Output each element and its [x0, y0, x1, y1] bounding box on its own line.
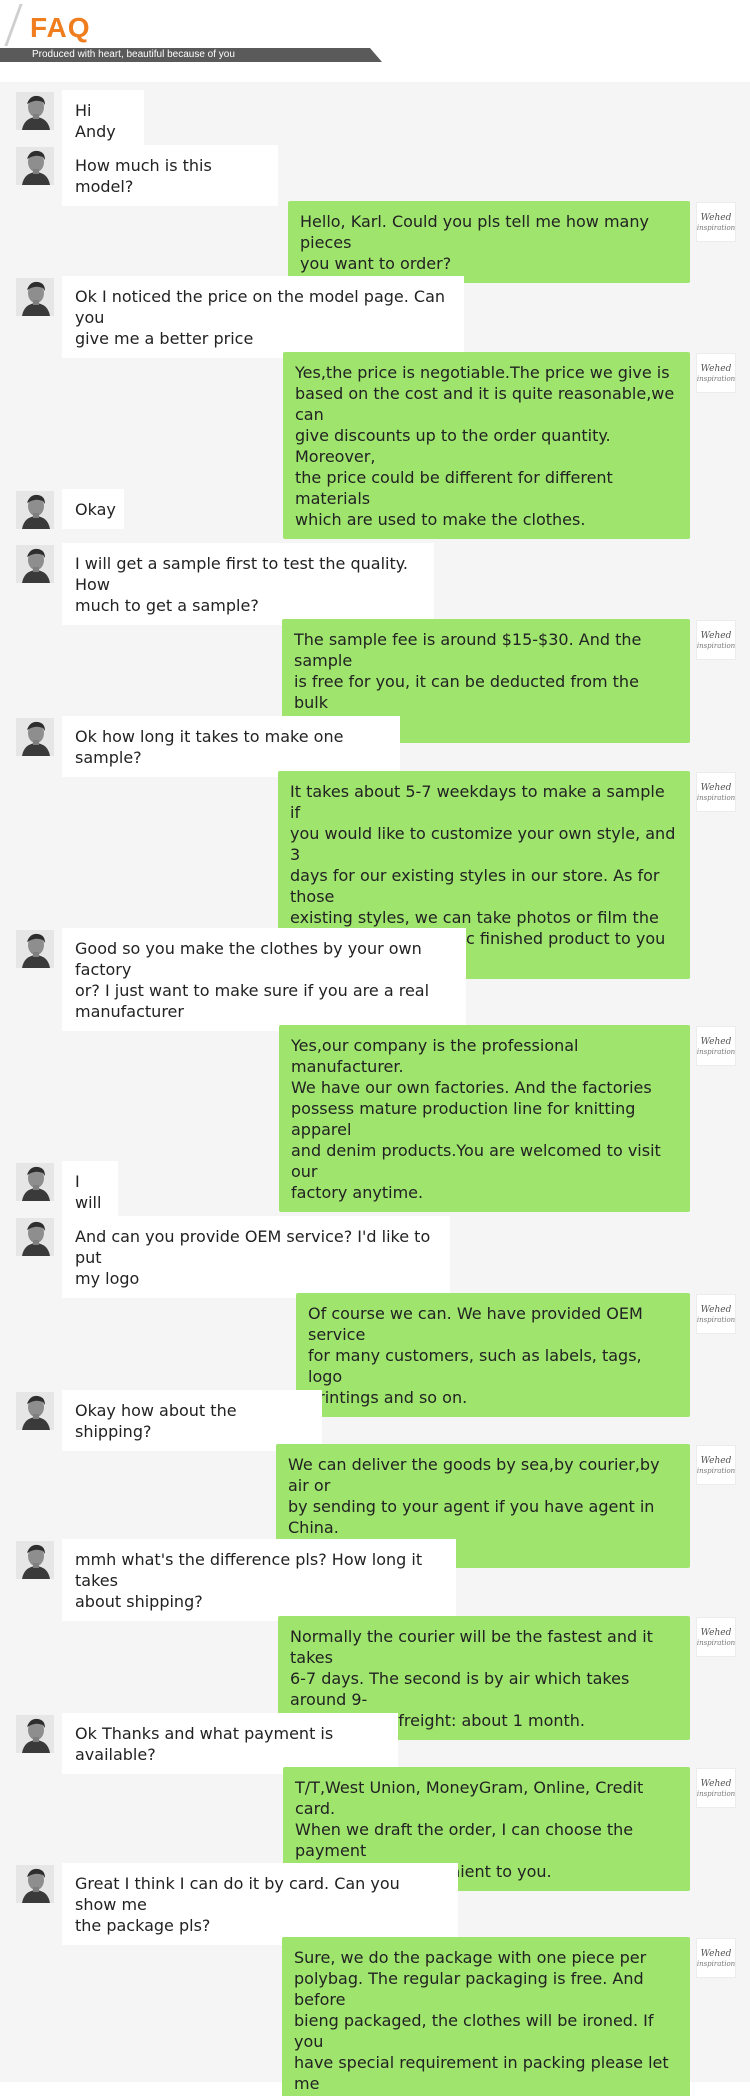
seller-logo-icon: Wehed inspiration	[696, 1294, 736, 1334]
customer-avatar-icon	[16, 1541, 54, 1579]
customer-message-bubble: Good so you make the clothes by your own…	[62, 928, 466, 1031]
customer-avatar-icon	[16, 930, 54, 968]
seller-logo-icon: Wehed inspiration	[696, 620, 736, 660]
svg-text:inspiration: inspiration	[697, 794, 735, 802]
customer-avatar-icon	[16, 491, 54, 529]
svg-text:inspiration: inspiration	[697, 1048, 735, 1056]
svg-text:Wehed: Wehed	[701, 1628, 732, 1638]
customer-avatar-icon	[16, 545, 54, 583]
customer-avatar-icon	[16, 147, 54, 185]
svg-text:inspiration: inspiration	[697, 1467, 735, 1475]
seller-logo-icon: Wehed inspiration	[696, 1026, 736, 1066]
customer-message-bubble: Great I think I can do it by card. Can y…	[62, 1863, 458, 1945]
customer-message-bubble: Okay	[62, 489, 124, 529]
svg-text:Wehed: Wehed	[701, 1037, 732, 1047]
svg-text:inspiration: inspiration	[697, 1316, 735, 1324]
seller-message-bubble: Yes,our company is the professional manu…	[279, 1025, 690, 1212]
seller-message-bubble: Of course we can. We have provided OEM s…	[296, 1293, 690, 1417]
seller-logo-icon: Wehed inspiration	[696, 1938, 736, 1978]
header-slash-decoration	[4, 4, 23, 46]
svg-text:Wehed: Wehed	[701, 783, 732, 793]
customer-message-bubble: Ok how long it takes to make one sample?	[62, 716, 400, 777]
customer-avatar-icon	[16, 1392, 54, 1430]
seller-logo-icon: Wehed inspiration	[696, 772, 736, 812]
customer-message-bubble: Ok I noticed the price on the model page…	[62, 276, 464, 358]
svg-text:Wehed: Wehed	[701, 1456, 732, 1466]
seller-message-bubble: Hello, Karl. Could you pls tell me how m…	[288, 201, 690, 283]
page-title: FAQ	[30, 12, 91, 43]
customer-message-bubble: Ok Thanks and what payment is available?	[62, 1713, 398, 1774]
customer-avatar-icon	[16, 1163, 54, 1201]
svg-text:inspiration: inspiration	[697, 1790, 735, 1798]
svg-text:inspiration: inspiration	[697, 1639, 735, 1647]
customer-avatar-icon	[16, 1715, 54, 1753]
svg-text:inspiration: inspiration	[697, 642, 735, 650]
page-tagline: Produced with heart, beautiful because o…	[32, 49, 235, 60]
svg-text:inspiration: inspiration	[697, 375, 735, 383]
seller-logo-icon: Wehed inspiration	[696, 353, 736, 393]
seller-message-bubble: Yes,the price is negotiable.The price we…	[283, 352, 690, 539]
svg-text:Wehed: Wehed	[701, 213, 732, 223]
seller-logo-icon: Wehed inspiration	[696, 202, 736, 242]
customer-avatar-icon	[16, 1218, 54, 1256]
seller-message-bubble: Sure, we do the package with one piece p…	[282, 1937, 690, 2096]
customer-message-bubble: mmh what's the difference pls? How long …	[62, 1539, 456, 1621]
customer-avatar-icon	[16, 718, 54, 756]
svg-text:inspiration: inspiration	[697, 224, 735, 232]
svg-text:Wehed: Wehed	[701, 1779, 732, 1789]
customer-message-bubble: Hi Andy	[62, 90, 144, 151]
customer-message-bubble: Okay how about the shipping?	[62, 1390, 322, 1451]
customer-message-bubble: How much is this model?	[62, 145, 278, 206]
svg-text:Wehed: Wehed	[701, 364, 732, 374]
svg-text:Wehed: Wehed	[701, 1949, 732, 1959]
seller-logo-icon: Wehed inspiration	[696, 1768, 736, 1808]
svg-text:Wehed: Wehed	[701, 1305, 732, 1315]
customer-message-bubble: And can you provide OEM service? I'd lik…	[62, 1216, 450, 1298]
customer-avatar-icon	[16, 92, 54, 130]
customer-avatar-icon	[16, 1865, 54, 1903]
seller-logo-icon: Wehed inspiration	[696, 1617, 736, 1657]
page-header: FAQ Produced with heart, beautiful becau…	[0, 0, 750, 80]
customer-avatar-icon	[16, 278, 54, 316]
svg-text:Wehed: Wehed	[701, 631, 732, 641]
customer-message-bubble: I will get a sample first to test the qu…	[62, 543, 434, 625]
seller-logo-icon: Wehed inspiration	[696, 1445, 736, 1485]
svg-text:inspiration: inspiration	[697, 1960, 735, 1968]
customer-message-bubble: I will	[62, 1161, 118, 1222]
